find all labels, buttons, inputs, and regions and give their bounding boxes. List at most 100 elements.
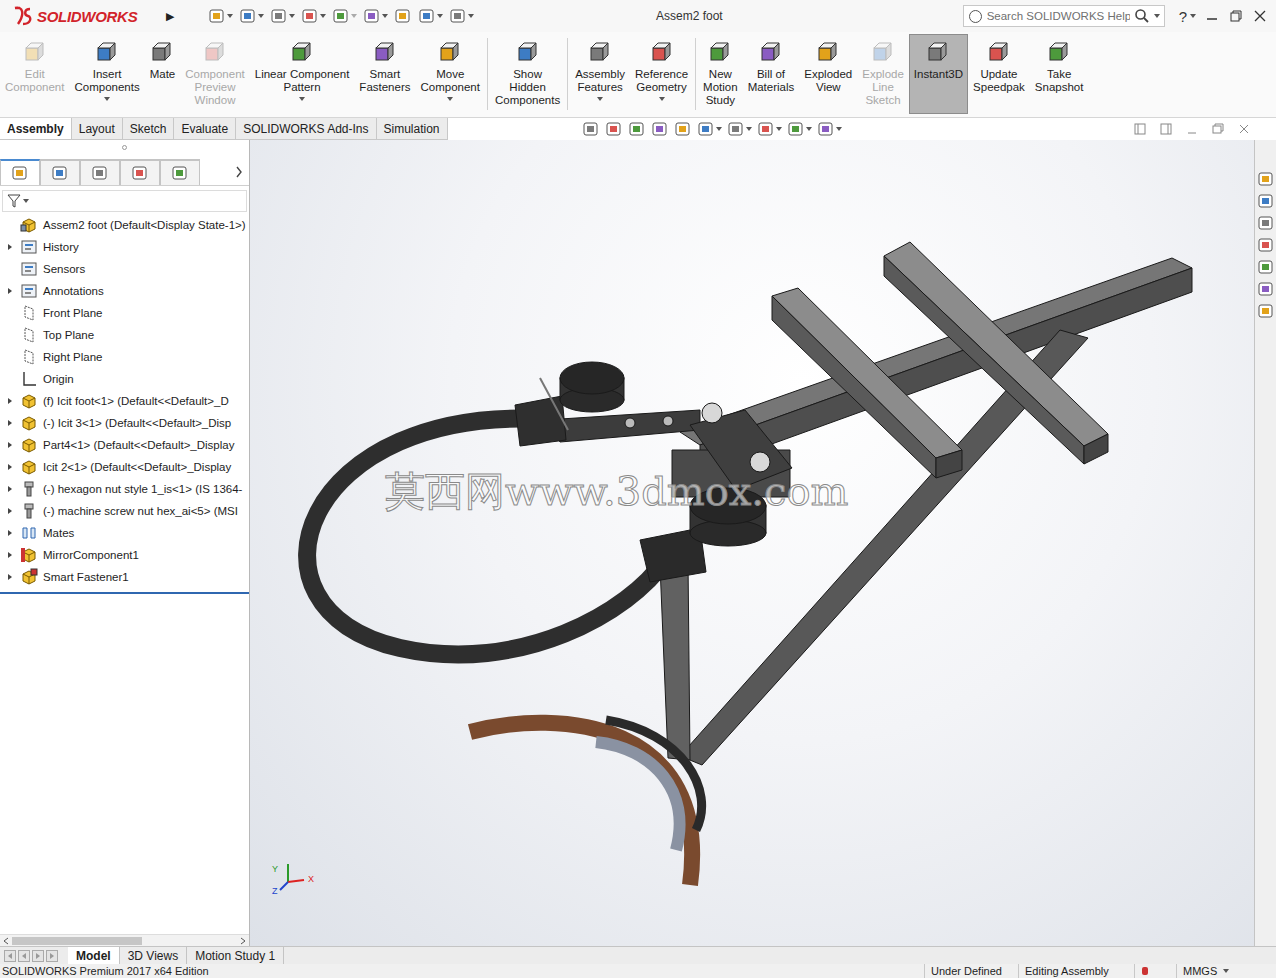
- quick-button[interactable]: [208, 7, 233, 25]
- task-pane-icon[interactable]: [1257, 236, 1275, 254]
- task-pane-icon[interactable]: [1257, 214, 1275, 232]
- ribbon-caret[interactable]: [299, 97, 305, 101]
- tree-item[interactable]: Origin: [0, 368, 249, 390]
- quick-button[interactable]: [394, 7, 412, 25]
- units-selector[interactable]: MMGS: [1176, 964, 1276, 978]
- scroll-right-icon[interactable]: [239, 937, 247, 945]
- panel-more[interactable]: [200, 159, 249, 185]
- quick-icon[interactable]: [332, 7, 350, 25]
- tab-nav-icon[interactable]: [46, 950, 58, 962]
- tree-item[interactable]: Assem2 foot (Default<Display State-1>): [0, 214, 249, 236]
- dropdown-caret[interactable]: [351, 14, 357, 18]
- view-button[interactable]: [582, 120, 600, 138]
- ribbon-caret[interactable]: [447, 97, 453, 101]
- tree-item[interactable]: Annotations: [0, 280, 249, 302]
- close-icon[interactable]: [1254, 10, 1266, 22]
- tree-item[interactable]: (-) hexagon nut style 1_is<1> (IS 1364-: [0, 478, 249, 500]
- scroll-left-icon[interactable]: [2, 937, 10, 945]
- ribbon-caret[interactable]: [659, 97, 665, 101]
- view-icon[interactable]: [628, 120, 646, 138]
- tile-right-icon[interactable]: [1160, 123, 1172, 135]
- quick-icon[interactable]: [418, 7, 436, 25]
- expand-icon[interactable]: [6, 243, 14, 251]
- view-icon[interactable]: [787, 120, 805, 138]
- task-pane-icon[interactable]: [1257, 302, 1275, 320]
- ribbon-button[interactable]: Component Preview Window: [180, 34, 249, 114]
- bottom-tab[interactable]: Motion Study 1: [187, 947, 284, 964]
- ribbon-button[interactable]: Edit Component: [0, 34, 69, 114]
- dropdown-caret[interactable]: [468, 14, 474, 18]
- rebuild-icon[interactable]: [1141, 966, 1149, 976]
- search-caret[interactable]: [1154, 14, 1160, 18]
- ribbon-button[interactable]: Insert Components: [69, 34, 144, 114]
- view-caret[interactable]: [836, 127, 842, 131]
- command-tab[interactable]: Assembly: [0, 118, 72, 139]
- view-caret[interactable]: [806, 127, 812, 131]
- quick-button[interactable]: [301, 7, 326, 25]
- tree-item[interactable]: Part4<1> (Default<<Default>_Display: [0, 434, 249, 456]
- tree-item[interactable]: Right Plane: [0, 346, 249, 368]
- command-tab[interactable]: Layout: [72, 118, 123, 139]
- bottom-tab[interactable]: 3D Views: [120, 947, 187, 964]
- help-caret[interactable]: [1190, 14, 1196, 18]
- ribbon-caret[interactable]: [104, 97, 110, 101]
- tile-left-icon[interactable]: [1134, 123, 1146, 135]
- minimize-icon[interactable]: [1206, 10, 1218, 22]
- quick-button[interactable]: [449, 7, 474, 25]
- dropdown-caret[interactable]: [289, 14, 295, 18]
- command-tab[interactable]: Sketch: [123, 118, 175, 139]
- ribbon-button[interactable]: Exploded View: [799, 34, 857, 114]
- dropdown-caret[interactable]: [258, 14, 264, 18]
- expand-icon[interactable]: [6, 441, 14, 449]
- horizontal-scrollbar[interactable]: [0, 934, 249, 946]
- view-button[interactable]: [674, 120, 692, 138]
- tree-item[interactable]: History: [0, 236, 249, 258]
- command-tab[interactable]: Evaluate: [174, 118, 236, 139]
- task-pane-icon[interactable]: [1257, 280, 1275, 298]
- expand-icon[interactable]: [6, 463, 14, 471]
- task-pane-icon[interactable]: [1257, 170, 1275, 188]
- view-icon[interactable]: [727, 120, 745, 138]
- ribbon-button[interactable]: Smart Fasteners: [354, 34, 415, 114]
- ribbon-button[interactable]: New Motion Study: [698, 34, 743, 114]
- tree-item[interactable]: Mates: [0, 522, 249, 544]
- view-caret[interactable]: [716, 127, 722, 131]
- restore-icon[interactable]: [1230, 10, 1242, 22]
- bottom-tab[interactable]: Model: [68, 947, 120, 964]
- quick-button[interactable]: [363, 7, 388, 25]
- scroll-thumb[interactable]: [12, 937, 142, 945]
- search-box[interactable]: Search SOLIDWORKS Help: [963, 5, 1165, 27]
- tree-item[interactable]: Front Plane: [0, 302, 249, 324]
- panel-tab-icon[interactable]: [51, 164, 69, 182]
- view-button[interactable]: [817, 120, 842, 138]
- rebuild-status[interactable]: [1134, 964, 1176, 978]
- view-button[interactable]: [697, 120, 722, 138]
- doc-minimize-icon[interactable]: [1186, 123, 1198, 135]
- view-icon[interactable]: [757, 120, 775, 138]
- command-tab[interactable]: Simulation: [377, 118, 448, 139]
- ribbon-button[interactable]: Instant3D: [909, 34, 968, 114]
- command-tab[interactable]: SOLIDWORKS Add-Ins: [236, 118, 376, 139]
- ribbon-button[interactable]: Bill of Materials: [743, 34, 800, 114]
- ribbon-button[interactable]: Take Snapshot: [1030, 34, 1089, 114]
- expand-icon[interactable]: [6, 419, 14, 427]
- dropdown-caret[interactable]: [320, 14, 326, 18]
- panel-tab[interactable]: [0, 159, 40, 185]
- ribbon-button[interactable]: Mate: [145, 34, 181, 114]
- view-caret[interactable]: [776, 127, 782, 131]
- menu-arrow[interactable]: ▶: [162, 10, 182, 23]
- tab-nav-icon[interactable]: [32, 950, 44, 962]
- quick-icon[interactable]: [270, 7, 288, 25]
- ribbon-button[interactable]: Move Component: [416, 34, 485, 114]
- view-caret[interactable]: [746, 127, 752, 131]
- ribbon-button[interactable]: Assembly Features: [570, 34, 630, 114]
- panel-tab-icon[interactable]: [131, 164, 149, 182]
- view-icon[interactable]: [697, 120, 715, 138]
- panel-tab-icon[interactable]: [11, 164, 29, 182]
- doc-close-icon[interactable]: [1238, 123, 1250, 135]
- tree-item[interactable]: (f) Icit foot<1> (Default<<Default>_D: [0, 390, 249, 412]
- task-pane-icon[interactable]: [1257, 192, 1275, 210]
- panel-tab[interactable]: [80, 159, 120, 185]
- view-icon[interactable]: [651, 120, 669, 138]
- filter-caret[interactable]: [23, 199, 29, 203]
